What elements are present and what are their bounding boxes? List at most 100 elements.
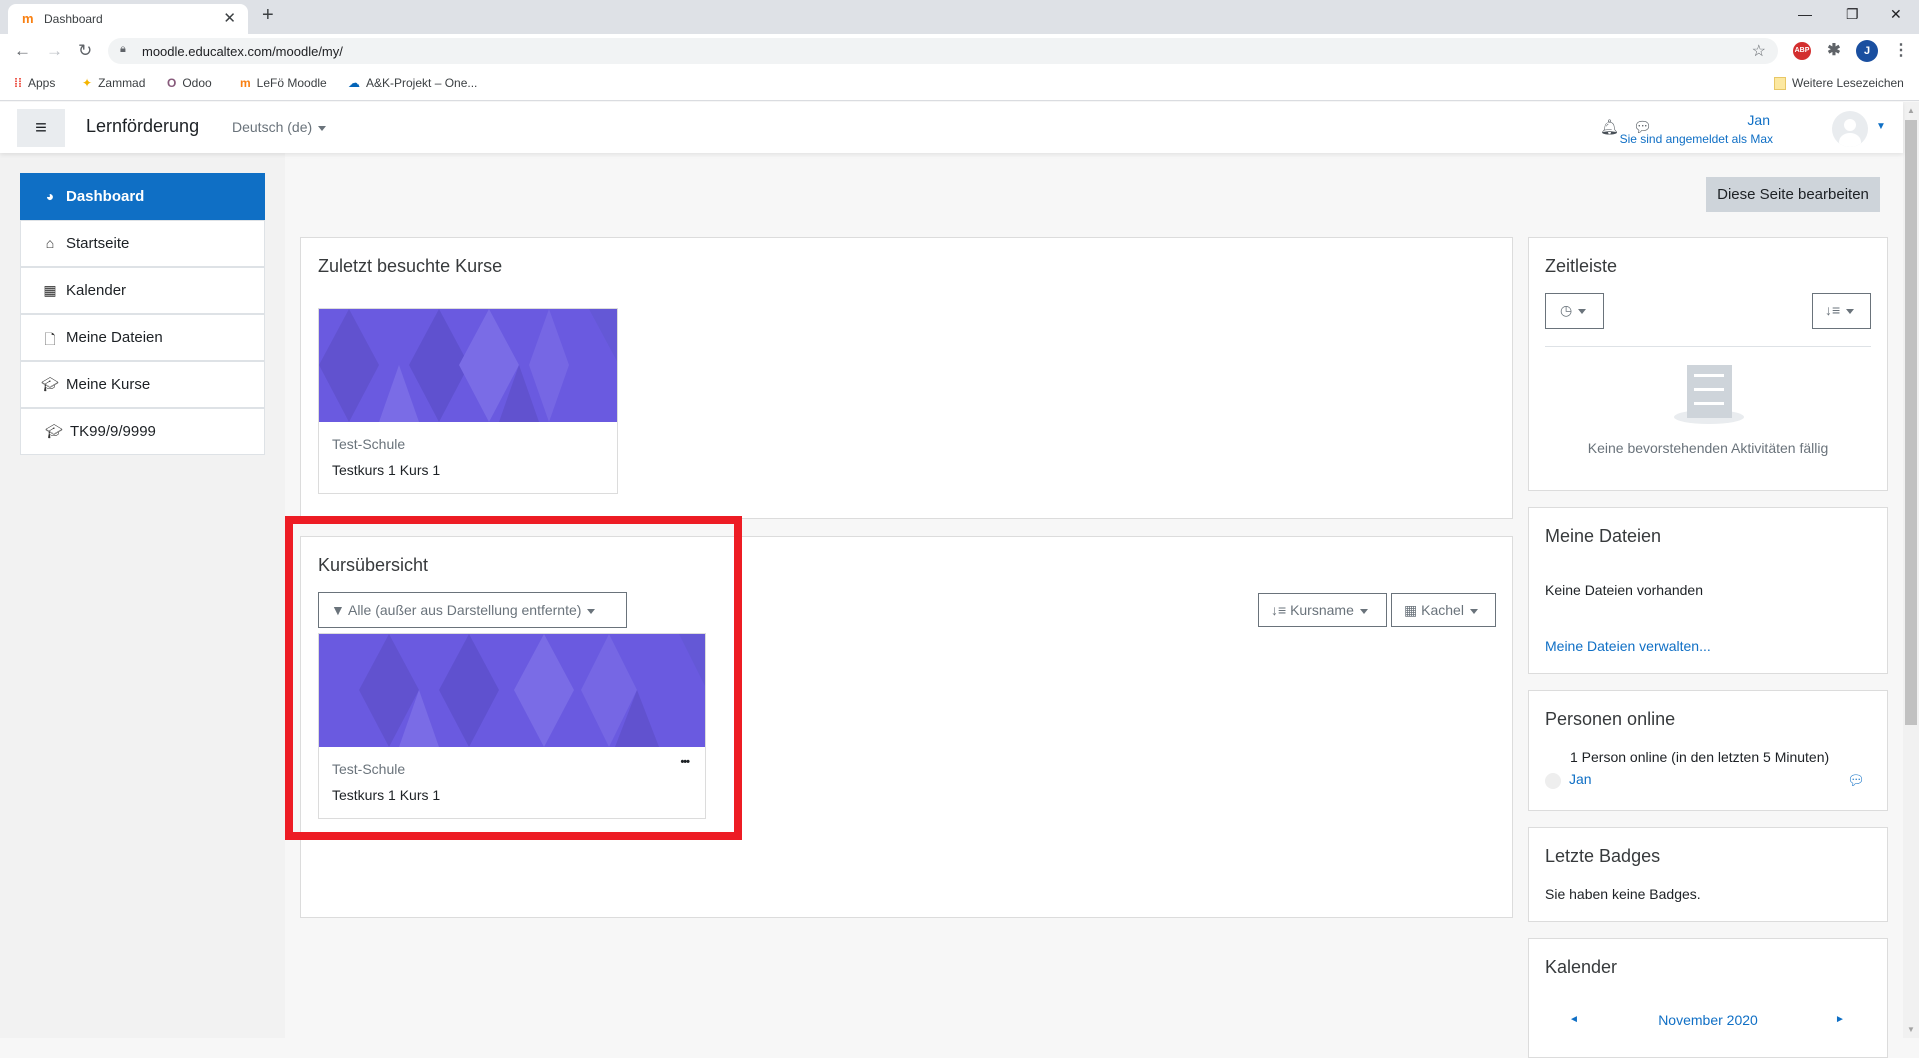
sidebar-item-meine-dateien[interactable]: 🗋︎ Meine Dateien bbox=[20, 314, 265, 361]
timeline-sort[interactable]: ↓≡ bbox=[1812, 293, 1871, 329]
chevron-down-icon bbox=[1469, 608, 1478, 614]
calendar-next-month[interactable]: ► bbox=[1835, 1014, 1845, 1025]
view-dropdown[interactable]: ▦ Kachel bbox=[1391, 593, 1496, 627]
language-menu[interactable]: Deutsch (de) bbox=[232, 119, 327, 135]
minimize-button[interactable]: — bbox=[1798, 6, 1812, 22]
bookmark-odoo[interactable]: O Odoo bbox=[167, 76, 212, 90]
chevron-down-icon bbox=[587, 608, 596, 614]
sidebar-item-dashboard[interactable]: ◕ Dashboard bbox=[20, 173, 265, 220]
sort-icon: ↓≡ bbox=[1271, 602, 1287, 618]
calendar-month-title[interactable]: November 2020 bbox=[1529, 1012, 1887, 1028]
sidebar-item-kalender[interactable]: ▦ Kalender bbox=[20, 267, 265, 314]
sidebar-item-meine-kurse[interactable]: 🎓︎ Meine Kurse bbox=[20, 361, 265, 408]
bookmark-star-icon[interactable]: ☆ bbox=[1752, 41, 1766, 61]
course-overview-title: Kursübersicht bbox=[318, 555, 429, 575]
badges-title: Letzte Badges bbox=[1545, 846, 1661, 866]
address-bar-row: ← → ↻ 🔒︎ moodle.educaltex.com/moodle/my/… bbox=[0, 34, 1919, 68]
bookmark-apps[interactable]: ⁞⁞ Apps bbox=[14, 76, 55, 90]
filter-icon: ▼ bbox=[331, 602, 345, 618]
lock-icon: 🔒︎ bbox=[120, 43, 126, 55]
calendar-icon: ▦ bbox=[43, 282, 57, 298]
notifications-bell-icon[interactable]: 🔔︎ bbox=[1600, 118, 1619, 136]
course-filter-dropdown[interactable]: ▼ Alle (außer aus Darstellung entfernte) bbox=[318, 592, 627, 628]
graduation-cap-icon: 🎓︎ bbox=[45, 423, 63, 439]
browser-tab-bar: m Dashboard ✕ + — ❐ ✕ bbox=[0, 0, 1919, 34]
badges-empty-text: Sie haben keine Badges. bbox=[1545, 886, 1701, 902]
chevron-down-icon bbox=[1846, 308, 1855, 314]
online-user-link[interactable]: Jan bbox=[1569, 771, 1592, 787]
online-users-summary: 1 Person online (in den letzten 5 Minute… bbox=[1570, 749, 1830, 765]
page-scrollbar[interactable]: ▲ ▼ bbox=[1903, 102, 1919, 1038]
timeline-day-filter[interactable]: ◷ bbox=[1545, 293, 1604, 329]
message-user-icon[interactable]: 💬︎ bbox=[1847, 772, 1865, 789]
manage-files-link[interactable]: Meine Dateien verwalten... bbox=[1545, 638, 1711, 654]
online-users-block: Personen online 1 Person online (in den … bbox=[1528, 690, 1888, 811]
moodle-favicon-icon: m bbox=[22, 11, 34, 26]
extensions-puzzle-icon[interactable]: ✱ bbox=[1825, 42, 1843, 60]
onedrive-icon: ☁ bbox=[348, 76, 360, 90]
timeline-block: Zeitleiste ◷ ↓≡ Keine bevorstehenden Akt… bbox=[1528, 237, 1888, 491]
browser-tab[interactable]: m Dashboard ✕ bbox=[8, 4, 248, 34]
nav-drawer: ◕ Dashboard ⌂ Startseite ▦ Kalender 🗋︎ M… bbox=[0, 153, 285, 1038]
course-pattern bbox=[319, 634, 705, 747]
course-category: Test-Schule bbox=[332, 436, 406, 452]
close-window-button[interactable]: ✕ bbox=[1890, 6, 1902, 23]
hamburger-icon: ≡ bbox=[35, 116, 47, 139]
scroll-down-icon[interactable]: ▼ bbox=[1907, 1025, 1915, 1034]
course-name[interactable]: Testkurs 1 Kurs 1 bbox=[332, 787, 440, 803]
timeline-title: Zeitleiste bbox=[1545, 256, 1618, 276]
timeline-empty-text: Keine bevorstehenden Aktivitäten fällig bbox=[1587, 440, 1829, 456]
empty-list-icon bbox=[1674, 365, 1744, 425]
bookmarks-bar: ⁞⁞ Apps ✦ Zammad O Odoo m LeFö Moodle ☁ A&K-P… bbox=[0, 68, 1919, 101]
back-icon[interactable]: ← bbox=[14, 41, 31, 61]
my-files-empty-text: Keine Dateien vorhanden bbox=[1545, 582, 1704, 598]
course-name[interactable]: Testkurs 1 Kurs 1 bbox=[332, 462, 440, 478]
restore-button[interactable]: ❐ bbox=[1846, 6, 1859, 23]
odoo-icon: O bbox=[167, 76, 177, 90]
bookmark-lefo-moodle[interactable]: m LeFö Moodle bbox=[240, 76, 327, 90]
scrollbar-thumb[interactable] bbox=[1905, 120, 1917, 725]
user-avatar[interactable] bbox=[1832, 111, 1868, 147]
adblock-plus-icon[interactable]: ABP bbox=[1793, 42, 1811, 60]
course-image[interactable] bbox=[319, 634, 705, 747]
online-users-title: Personen online bbox=[1545, 709, 1676, 729]
badges-block: Letzte Badges Sie haben keine Badges. bbox=[1528, 827, 1888, 922]
reload-icon[interactable]: ↻ bbox=[78, 41, 92, 61]
user-menu-caret-icon[interactable]: ▼ bbox=[1876, 121, 1886, 132]
course-pattern bbox=[319, 309, 617, 422]
new-tab-button[interactable]: + bbox=[262, 4, 274, 27]
forward-icon[interactable]: → bbox=[46, 41, 63, 61]
chrome-menu-icon[interactable]: ⋮ bbox=[1892, 42, 1910, 60]
course-actions-menu-icon[interactable]: ••• bbox=[680, 756, 690, 768]
my-files-title: Meine Dateien bbox=[1545, 526, 1662, 546]
tab-title: Dashboard bbox=[44, 12, 103, 26]
profile-avatar[interactable]: J bbox=[1856, 40, 1878, 62]
edit-page-button[interactable]: Diese Seite bearbeiten bbox=[1706, 177, 1880, 212]
bookmark-onedrive[interactable]: ☁ A&K-Projekt – One... bbox=[348, 76, 477, 90]
calendar-block: Kalender ◄ November 2020 ► bbox=[1528, 938, 1888, 1058]
recent-courses-block: Zuletzt besuchte Kurse Test-Schule Testk… bbox=[300, 237, 1513, 519]
user-name[interactable]: Jan bbox=[1747, 112, 1770, 128]
logged-in-as-text[interactable]: Sie sind angemeldet als Max bbox=[1620, 132, 1773, 146]
course-card[interactable]: Test-Schule Testkurs 1 Kurs 1 ••• bbox=[318, 633, 706, 819]
apps-grid-icon: ⁞⁞ bbox=[14, 76, 22, 90]
course-card[interactable]: Test-Schule Testkurs 1 Kurs 1 bbox=[318, 308, 618, 494]
other-bookmarks[interactable]: Weitere Lesezeichen bbox=[1774, 76, 1904, 91]
course-image[interactable] bbox=[319, 309, 617, 422]
chevron-down-icon bbox=[1578, 308, 1587, 314]
close-tab-icon[interactable]: ✕ bbox=[223, 9, 236, 27]
moodle-navbar: ≡ Lernförderung Deutsch (de) 🔔︎ 💬︎ Jan S… bbox=[0, 102, 1903, 153]
sort-icon: ↓≡ bbox=[1825, 302, 1841, 318]
recent-courses-title: Zuletzt besuchte Kurse bbox=[318, 256, 503, 276]
course-overview-block: Kursübersicht ▼ Alle (außer aus Darstell… bbox=[300, 536, 1513, 918]
scroll-up-icon[interactable]: ▲ bbox=[1907, 106, 1915, 115]
url-input[interactable]: 🔒︎ moodle.educaltex.com/moodle/my/ ☆ bbox=[108, 38, 1778, 64]
sidebar-item-course-tk99[interactable]: 🎓︎ TK99/9/9999 bbox=[20, 408, 265, 455]
site-name[interactable]: Lernförderung bbox=[86, 116, 199, 137]
drawer-toggle-button[interactable]: ≡ bbox=[17, 109, 65, 147]
calendar-title: Kalender bbox=[1545, 957, 1618, 977]
zammad-icon: ✦ bbox=[82, 76, 93, 90]
bookmark-zammad[interactable]: ✦ Zammad bbox=[82, 76, 145, 90]
sort-dropdown[interactable]: ↓≡ Kursname bbox=[1258, 593, 1387, 627]
sidebar-item-startseite[interactable]: ⌂ Startseite bbox=[20, 220, 265, 267]
